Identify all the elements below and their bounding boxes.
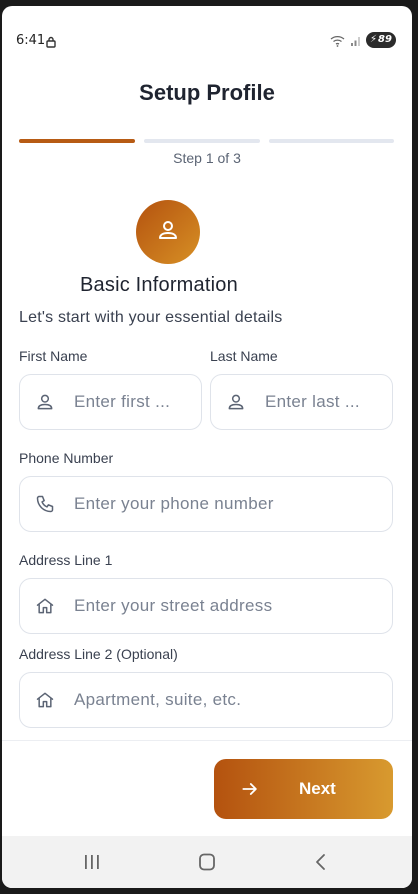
home-icon: [34, 595, 56, 617]
first-name-label: First Name: [19, 348, 88, 364]
person-icon: [156, 218, 180, 247]
first-name-field[interactable]: [19, 374, 202, 430]
arrow-right-icon: [240, 779, 260, 804]
section-title: Basic Information: [80, 274, 238, 296]
person-icon: [225, 391, 247, 413]
section-subtitle: Let's start with your essential details: [19, 309, 283, 326]
address-line-1-field[interactable]: [19, 578, 393, 634]
last-name-label: Last Name: [210, 348, 278, 364]
phone-label: Phone Number: [19, 450, 114, 466]
progress-segment-3: [269, 139, 394, 143]
phone-icon: [34, 493, 56, 515]
home-nav-icon[interactable]: [197, 853, 217, 876]
home-icon: [34, 689, 56, 711]
progress-segment-1: [19, 139, 135, 143]
back-icon[interactable]: [313, 853, 329, 876]
address-line-1-input[interactable]: [74, 596, 382, 616]
phone-input[interactable]: [74, 494, 382, 514]
address-line-2-label: Address Line 2 (Optional): [19, 646, 178, 662]
lock-icon: [46, 35, 56, 53]
page-title: Setup Profile: [139, 80, 275, 105]
phone-screen: 6:41 ⚡89 Setup Profile Step 1 of 3 Basic…: [2, 6, 412, 888]
address-line-2-input[interactable]: [74, 690, 382, 710]
status-bar: 6:41 ⚡89: [2, 6, 412, 68]
last-name-input[interactable]: [265, 392, 382, 412]
first-name-input[interactable]: [74, 392, 191, 412]
footer-divider: [2, 740, 412, 741]
address-line-2-field[interactable]: [19, 672, 393, 728]
progress-segment-2: [144, 139, 260, 143]
section-avatar: [136, 200, 200, 264]
wifi-icon: [330, 34, 346, 52]
android-nav-bar: [2, 836, 412, 888]
next-button-label: Next: [299, 779, 336, 798]
charging-icon: ⚡: [370, 34, 378, 45]
phone-field[interactable]: [19, 476, 393, 532]
battery-level: 89: [378, 34, 392, 45]
status-time: 6:41: [16, 33, 46, 48]
address-line-1-label: Address Line 1: [19, 552, 113, 568]
recent-apps-icon[interactable]: [82, 853, 102, 876]
last-name-field[interactable]: [210, 374, 393, 430]
signal-icon: [350, 34, 362, 52]
step-indicator: Step 1 of 3: [173, 150, 241, 166]
battery-indicator: ⚡89: [366, 32, 396, 48]
person-icon: [34, 391, 56, 413]
next-button[interactable]: Next: [214, 759, 393, 819]
